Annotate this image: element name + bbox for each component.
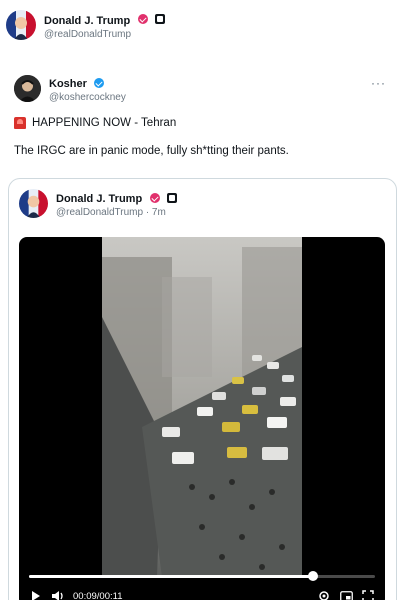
- settings-gear-icon[interactable]: [317, 589, 331, 600]
- video-player[interactable]: 00:09/00:11: [19, 237, 385, 600]
- video-time-label: 00:09/00:11: [73, 590, 123, 600]
- video-frame[interactable]: [102, 237, 302, 577]
- tweet-author-name[interactable]: Kosher: [49, 78, 87, 90]
- tweet-author-handle[interactable]: @koshercockney: [49, 92, 126, 103]
- tweet: Kosher @koshercockney ··· HAPPENING NOW …: [14, 74, 392, 157]
- video-progress-bar[interactable]: [29, 571, 375, 581]
- author-handle[interactable]: @realDonaldTrump: [44, 29, 165, 40]
- video-control-row: 00:09/00:11: [29, 589, 375, 600]
- verified-badge-icon: [137, 14, 148, 25]
- affiliate-badge-icon: [167, 192, 178, 203]
- more-options-button[interactable]: ···: [371, 76, 386, 90]
- play-icon[interactable]: [29, 589, 43, 600]
- affiliate-badge-icon: [155, 14, 166, 25]
- video-scrubber-handle[interactable]: [307, 571, 318, 581]
- trump-avatar[interactable]: [6, 10, 36, 40]
- video-controls: 00:09/00:11: [19, 563, 385, 600]
- quoted-tweet-header: Donald J. Trump @realDonaldTrump · 7m: [19, 189, 178, 218]
- quoted-tweet-card[interactable]: Donald J. Trump @realDonaldTrump · 7m 00…: [8, 178, 397, 600]
- quoted-author-name[interactable]: Donald J. Trump: [56, 193, 142, 205]
- verified-badge-icon: [94, 77, 105, 88]
- tweet-header: Kosher @koshercockney ···: [14, 74, 392, 103]
- siren-icon: [14, 117, 26, 129]
- verified-badge-icon: [149, 192, 160, 203]
- kosher-avatar[interactable]: [14, 75, 41, 102]
- volume-icon[interactable]: [51, 589, 65, 600]
- quoted-author-avatar[interactable]: [19, 189, 48, 218]
- author-name[interactable]: Donald J. Trump: [44, 15, 130, 27]
- tweet-text-line-1: HAPPENING NOW - Tehran: [14, 117, 392, 129]
- fullscreen-icon[interactable]: [361, 589, 375, 600]
- tweet-text-headline: HAPPENING NOW - Tehran: [32, 117, 177, 129]
- quoted-author-handle-time[interactable]: @realDonaldTrump · 7m: [56, 207, 177, 218]
- tweet-text-body: The IRGC are in panic mode, fully sh*tti…: [14, 145, 289, 157]
- top-author-header: Donald J. Trump @realDonaldTrump: [6, 10, 166, 40]
- picture-in-picture-icon[interactable]: [339, 589, 353, 600]
- video-progress-fill: [29, 575, 313, 578]
